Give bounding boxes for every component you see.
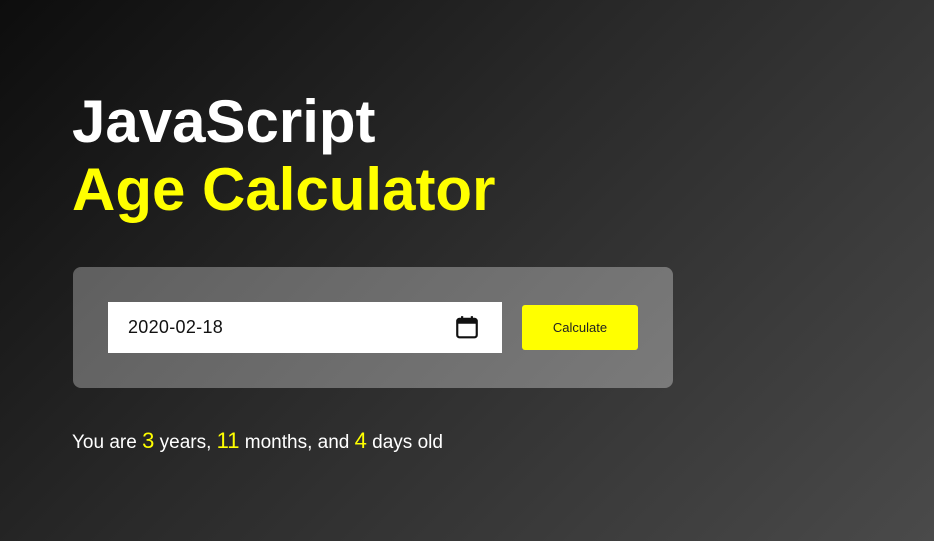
- birthdate-value: 2020-02-18: [128, 317, 224, 337]
- calculator-card: 2020-02-18 Calculate: [73, 267, 673, 388]
- calendar-icon[interactable]: [454, 314, 480, 340]
- result-days: 4: [354, 428, 367, 453]
- result-prefix: You are: [72, 432, 137, 453]
- result-months-label: months, and: [244, 432, 350, 453]
- calculate-button[interactable]: Calculate: [522, 305, 638, 350]
- result-years: 3: [142, 428, 155, 453]
- result-years-label: years,: [159, 432, 212, 453]
- result-days-label: days old: [372, 432, 443, 453]
- result-months: 11: [216, 428, 240, 453]
- birthdate-input[interactable]: 2020-02-18: [108, 302, 502, 353]
- age-result: You are 3 years, 11 months, and 4 days o…: [72, 428, 443, 454]
- title-line-javascript: JavaScript: [72, 88, 376, 155]
- title-line-age-calculator: Age Calculator: [72, 156, 496, 223]
- page-title: JavaScript Age Calculator: [72, 88, 495, 224]
